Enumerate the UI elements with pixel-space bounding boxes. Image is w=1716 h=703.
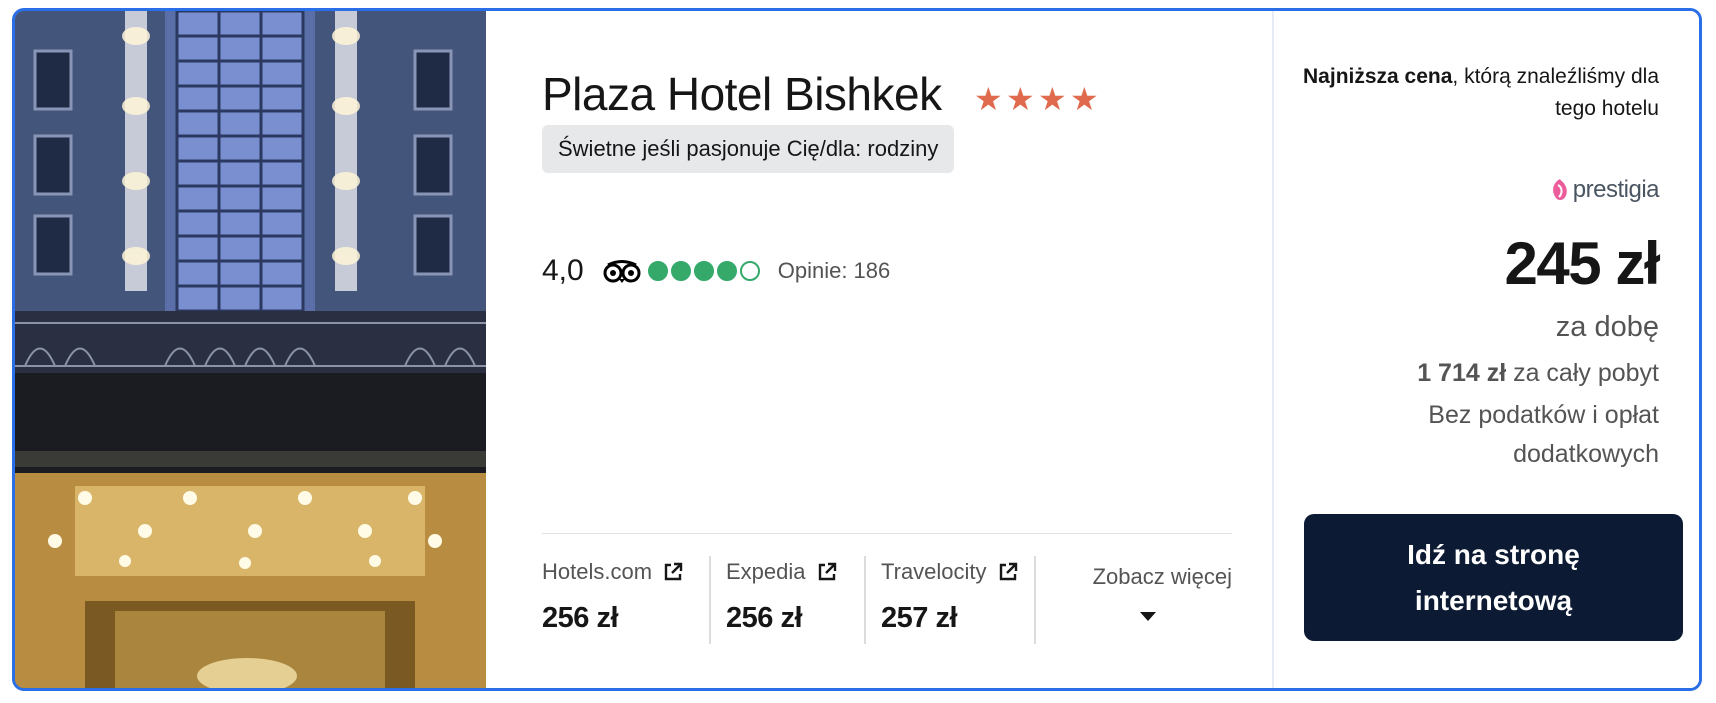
hotel-stars: ★ ★ ★ ★ (974, 81, 1099, 117)
external-link-icon (999, 562, 1017, 581)
hotel-photo[interactable] (15, 11, 486, 688)
star-icon: ★ (1038, 81, 1067, 117)
total-label: za cały pobyt (1506, 359, 1659, 387)
partner-logo: prestigia (1549, 176, 1660, 204)
star-icon: ★ (974, 81, 1003, 117)
provider-price: 256 zł (542, 602, 619, 634)
hotel-info: Plaza Hotel Bishkek ★ ★ ★ ★ Świetne jeśl… (486, 11, 1272, 688)
hotel-name[interactable]: Plaza Hotel Bishkek (542, 67, 942, 121)
rating-bubble-full (670, 261, 691, 281)
see-more-button[interactable]: Zobacz więcej (1036, 556, 1232, 656)
provider-expedia[interactable]: Expedia 256 zł (711, 556, 866, 656)
caret-down-icon (1140, 612, 1156, 621)
rating-bubble-full (693, 261, 714, 281)
suitability-badge: Świetne jeśli pasjonuje Cię/dla: rodziny (542, 125, 955, 173)
provider-name: Travelocity (881, 559, 987, 584)
provider-price: 257 zł (881, 602, 958, 634)
go-to-website-button[interactable]: Idź na stronę internetową (1304, 514, 1683, 641)
prestigia-logo-icon (1552, 179, 1567, 201)
cta-label: Idź na stronę internetową (1407, 538, 1580, 616)
external-link-icon (664, 562, 683, 581)
see-more-label: Zobacz więcej (1092, 564, 1232, 589)
rating-bubbles (647, 261, 760, 281)
provider-hotels-com[interactable]: Hotels.com 256 zł (542, 556, 711, 656)
provider-travelocity[interactable]: Travelocity 257 zł (866, 556, 1036, 656)
review-count[interactable]: Opinie: 186 (778, 258, 891, 284)
lowest-price-label: Najniższa cena (1303, 65, 1453, 88)
rating-bubble-full (647, 261, 668, 281)
star-icon: ★ (1070, 81, 1099, 117)
star-icon: ★ (1006, 81, 1035, 117)
taxes-note: Bez podatków i opłat dodatkowych (1428, 401, 1659, 468)
total-amount: 1 714 zł (1417, 359, 1507, 387)
provider-price: 256 zł (726, 602, 803, 634)
provider-name: Hotels.com (542, 559, 653, 584)
rating-score: 4,0 (542, 254, 584, 287)
provider-list: Hotels.com 256 zł Expedia 256 zł Travelo… (542, 556, 1232, 656)
tripadvisor-owl-icon (603, 260, 641, 283)
rating-bubble-empty (739, 261, 760, 281)
lowest-price-note: Najniższa cena, którą znaleźliśmy dla te… (1299, 61, 1659, 125)
rating-bubble-full (716, 261, 737, 281)
rating-row[interactable]: 4,0 Opinie: 186 (542, 251, 890, 291)
provider-name: Expedia (726, 559, 806, 584)
total-price: 1 714 zł za cały pobyt (1417, 359, 1659, 388)
partner-name: prestigia (1572, 176, 1660, 203)
external-link-icon (818, 562, 836, 581)
main-price: 245 zł (1504, 230, 1661, 297)
per-night-label: za dobę (1555, 311, 1659, 343)
price-panel: Najniższa cena, którą znaleźliśmy dla te… (1272, 11, 1699, 688)
hotel-result-card[interactable]: Plaza Hotel Bishkek ★ ★ ★ ★ Świetne jeśl… (12, 8, 1702, 691)
lowest-price-text: , którą znaleźliśmy dla tego hotelu (1452, 65, 1659, 120)
divider (542, 533, 1232, 534)
